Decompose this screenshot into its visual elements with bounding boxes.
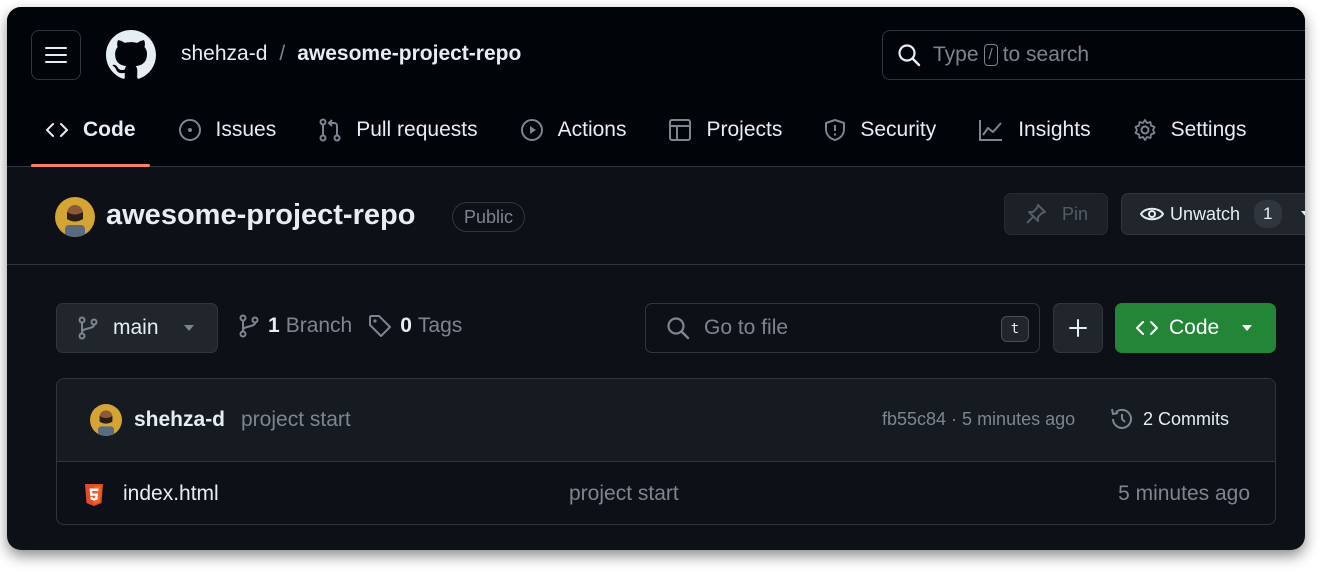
tab-code-label: Code xyxy=(83,118,136,141)
pull-request-icon xyxy=(319,118,341,142)
global-header: shehza-d / awesome-project-repo Type / t… xyxy=(7,7,1305,167)
code-button-label: Code xyxy=(1169,316,1220,339)
go-to-file-shortcut: t xyxy=(1001,316,1029,342)
commit-message[interactable]: project start xyxy=(241,408,351,432)
latest-commit-row: shehza-d project start fb55c84 · 5 minut… xyxy=(57,379,1275,462)
pin-icon xyxy=(1026,204,1046,224)
tab-insights-label: Insights xyxy=(1018,118,1091,141)
tab-projects[interactable]: Projects xyxy=(654,107,796,153)
table-icon xyxy=(669,119,692,141)
search-icon xyxy=(667,317,690,340)
commit-author[interactable]: shehza-d xyxy=(134,408,225,432)
pin-button[interactable]: Pin xyxy=(1004,193,1108,235)
file-commit-message[interactable]: project start xyxy=(569,482,679,506)
branch-count: 1 xyxy=(268,314,280,337)
tab-code[interactable]: Code xyxy=(31,107,150,167)
search-input[interactable]: Type / to search xyxy=(882,30,1305,80)
chevron-down-icon xyxy=(183,325,194,331)
tab-issues[interactable]: Issues xyxy=(164,107,291,153)
play-icon xyxy=(520,119,543,141)
branch-tag-summary: 1 Branch 0 Tags xyxy=(238,314,478,338)
branch-icon xyxy=(239,314,259,338)
file-name[interactable]: index.html xyxy=(123,482,219,506)
unwatch-button[interactable]: Unwatch 1 xyxy=(1121,193,1305,235)
tag-icon xyxy=(369,315,392,337)
tab-projects-label: Projects xyxy=(706,118,783,141)
app-window: shehza-d / awesome-project-repo Type / t… xyxy=(7,7,1305,550)
tab-actions[interactable]: Actions xyxy=(506,107,641,153)
file-time: 5 minutes ago xyxy=(1118,482,1250,505)
shield-icon xyxy=(825,119,846,141)
breadcrumb-owner[interactable]: shehza-d xyxy=(181,42,267,66)
repo-nav-tabs: Code Issues Pull requests Actions Projec… xyxy=(31,107,1274,167)
gear-icon xyxy=(1134,119,1155,141)
avatar-image xyxy=(55,197,95,237)
html5-icon xyxy=(85,484,103,506)
tab-security[interactable]: Security xyxy=(810,107,950,153)
branch-icon xyxy=(78,316,98,340)
branch-name: main xyxy=(113,316,159,339)
search-shortcut-key: / xyxy=(983,44,998,66)
chevron-down-icon xyxy=(1242,325,1253,331)
code-icon xyxy=(1136,321,1158,335)
tab-actions-label: Actions xyxy=(557,118,627,141)
tab-settings-label: Settings xyxy=(1170,118,1247,141)
chevron-down-icon xyxy=(1300,211,1305,217)
commits-history-link[interactable]: 2 Commits xyxy=(1109,406,1229,432)
branch-label: Branch xyxy=(285,314,353,337)
github-logo-icon xyxy=(106,30,156,79)
issue-icon xyxy=(178,119,201,141)
search-prefix: Type xyxy=(933,43,979,66)
repo-title[interactable]: awesome-project-repo xyxy=(106,199,415,232)
code-icon xyxy=(46,123,68,137)
tab-issues-label: Issues xyxy=(215,118,277,141)
github-logo[interactable] xyxy=(106,30,156,80)
graph-icon xyxy=(979,120,1003,141)
breadcrumb-separator: / xyxy=(279,42,286,65)
commit-meta[interactable]: fb55c84 · 5 minutes ago xyxy=(882,409,1075,430)
repo-header: awesome-project-repo Public Pin Unwatch … xyxy=(7,168,1305,265)
breadcrumb-repo[interactable]: awesome-project-repo xyxy=(297,42,521,66)
avatar-image xyxy=(90,404,122,436)
plus-icon xyxy=(1069,319,1087,337)
code-button[interactable]: Code xyxy=(1115,303,1276,353)
tab-pull-requests-label: Pull requests xyxy=(356,118,478,141)
visibility-badge: Public xyxy=(452,202,526,232)
breadcrumb: shehza-d / awesome-project-repo xyxy=(181,42,521,66)
file-row[interactable]: index.html project start 5 minutes ago xyxy=(57,462,1275,524)
unwatch-label: Unwatch xyxy=(1170,203,1241,224)
menu-button[interactable] xyxy=(31,30,81,80)
go-to-file-input[interactable]: Go to file t xyxy=(645,303,1040,353)
file-browser: shehza-d project start fb55c84 · 5 minut… xyxy=(56,378,1276,525)
history-icon xyxy=(1111,408,1132,429)
tag-label: Tags xyxy=(417,314,463,337)
tab-security-label: Security xyxy=(860,118,937,141)
commit-author-avatar[interactable] xyxy=(90,404,122,436)
tag-count: 0 xyxy=(400,314,412,337)
go-to-file-placeholder: Go to file xyxy=(704,316,789,339)
eye-icon xyxy=(1140,207,1164,221)
commits-count-label: 2 Commits xyxy=(1143,408,1230,429)
tab-pull-requests[interactable]: Pull requests xyxy=(304,107,491,153)
hamburger-icon xyxy=(45,47,67,63)
branches-link[interactable]: 1 Branch xyxy=(238,314,352,338)
search-icon xyxy=(898,44,921,67)
owner-avatar[interactable] xyxy=(55,197,95,237)
add-file-button[interactable] xyxy=(1053,303,1103,353)
pin-label: Pin xyxy=(1061,203,1088,224)
watch-counter: 1 xyxy=(1254,200,1282,228)
tab-insights[interactable]: Insights xyxy=(964,107,1104,153)
tags-link[interactable]: 0 Tags xyxy=(368,314,462,338)
tab-settings[interactable]: Settings xyxy=(1119,107,1261,153)
search-suffix: to search xyxy=(1002,43,1090,66)
branch-selector[interactable]: main xyxy=(56,303,218,353)
